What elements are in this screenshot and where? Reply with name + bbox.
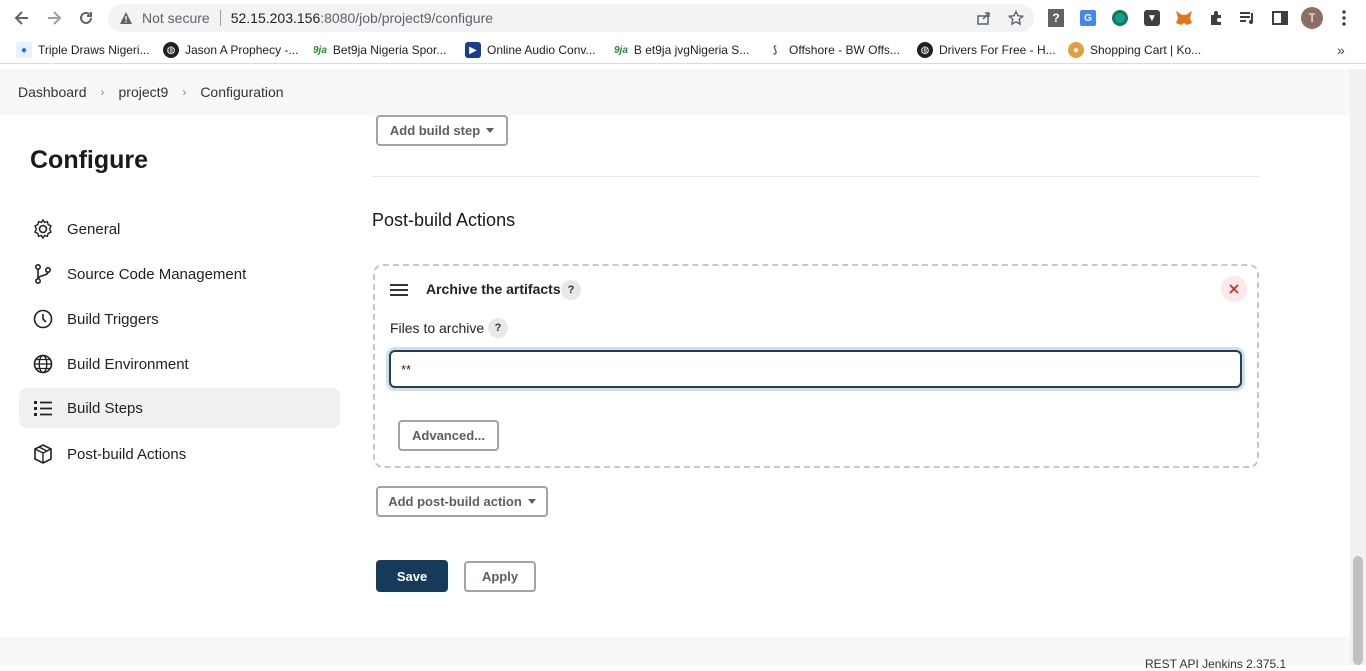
bookmark-label: Drivers For Free - H... [939, 43, 1056, 57]
sidebar-item-build-steps[interactable]: Build Steps [19, 388, 340, 428]
gear-icon [31, 217, 55, 241]
bookmark-star-icon[interactable] [1007, 9, 1025, 29]
scrollbar-thumb[interactable] [1353, 556, 1363, 665]
add-build-step-button[interactable]: Add build step [376, 115, 508, 146]
security-status[interactable]: Not secure [142, 10, 210, 26]
breadcrumb-project[interactable]: project9 [119, 84, 169, 100]
translate-icon[interactable]: G [1078, 8, 1098, 28]
bet9ja-icon: 9ja [313, 44, 327, 56]
footer: REST API Jenkins 2.375.1 [0, 637, 1350, 671]
profile-avatar[interactable]: T [1301, 7, 1323, 29]
sidebar-item-label: Build Steps [67, 399, 143, 417]
browser-toolbar: Not secure 52.15.203.156:8080/job/projec… [0, 0, 1366, 36]
files-to-archive-input[interactable] [389, 350, 1242, 388]
breadcrumb-configuration[interactable]: Configuration [200, 84, 283, 100]
globe-icon: ◍ [163, 42, 179, 58]
cart-icon: ● [1068, 42, 1084, 58]
sidebar-item-label: Source Code Management [67, 265, 247, 283]
bw-icon: ⟆ [772, 44, 778, 56]
url-path: :8080/job/project9/configure [320, 10, 494, 26]
browser-menu-icon[interactable] [1334, 8, 1354, 28]
play-icon: ▶ [465, 42, 481, 58]
sidebar-item-source-code-management[interactable]: Source Code Management [19, 254, 340, 294]
more-bookmarks-icon[interactable]: » [1337, 42, 1345, 58]
forward-arrow-icon[interactable] [42, 6, 66, 30]
bookmark-label: Jason A Prophecy -... [185, 43, 299, 57]
bookmark-label: Bet9ja Nigeria Spor... [332, 43, 447, 57]
bookmark-item[interactable]: ⟆ Offshore - BW Offs... [767, 42, 900, 58]
drag-handle-icon[interactable] [390, 284, 408, 296]
bookmark-item[interactable]: ● Triple Draws Nigeri... [16, 42, 150, 58]
share-icon[interactable] [976, 10, 992, 29]
chevron-right-icon: › [182, 85, 187, 99]
package-icon [31, 442, 55, 466]
apply-button[interactable]: Apply [464, 561, 536, 592]
files-to-archive-label: Files to archive [390, 320, 485, 336]
bookmark-item[interactable]: ◍ Drivers For Free - H... [917, 42, 1056, 58]
bookmark-label: Triple Draws Nigeri... [38, 43, 150, 57]
archive-artifacts-title: Archive the artifacts [426, 281, 561, 297]
sidebar-item-build-triggers[interactable]: Build Triggers [19, 299, 340, 339]
add-post-build-action-button[interactable]: Add post-build action [376, 486, 548, 517]
breadcrumb-dashboard[interactable]: Dashboard [18, 84, 87, 100]
close-icon[interactable] [1221, 276, 1247, 302]
bookmark-label: B et9ja jvgNigeria S... [633, 43, 750, 57]
help-icon[interactable]: ? [561, 280, 581, 300]
globe-icon: ◍ [917, 42, 933, 58]
download-extension-icon[interactable]: ▼ [1142, 8, 1162, 28]
advanced-button[interactable]: Advanced... [398, 420, 499, 451]
help-extension-icon[interactable]: ? [1046, 8, 1066, 28]
bookmarks-bar: ● Triple Draws Nigeri... ◍ Jason A Proph… [0, 36, 1366, 64]
bookmark-item[interactable]: ▶ Online Audio Conv... [465, 42, 596, 58]
bookmark-item[interactable]: 9ja Bet9ja Nigeria Spor... [313, 42, 446, 58]
sidebar-item-general[interactable]: General [19, 209, 340, 249]
back-arrow-icon[interactable] [10, 6, 34, 30]
sidebar-item-label: Build Triggers [67, 310, 159, 328]
add-post-build-label: Add post-build action [388, 494, 522, 509]
bookmark-label: Shopping Cart | Ko... [1090, 43, 1202, 57]
post-build-section-title: Post-build Actions [372, 210, 516, 230]
grammar-extension-icon[interactable] [1110, 8, 1130, 28]
reload-icon[interactable] [74, 6, 98, 30]
page-title: Configure [30, 146, 149, 174]
caret-down-icon [486, 128, 495, 133]
breadcrumb: Dashboard › project9 › Configuration [0, 69, 1350, 115]
add-build-step-label: Add build step [389, 123, 481, 138]
globe-icon [31, 352, 55, 376]
separator [219, 10, 221, 26]
footer-links[interactable]: REST API Jenkins 2.375.1 [1145, 657, 1286, 671]
extensions-puzzle-icon[interactable] [1206, 8, 1226, 28]
caret-down-icon [527, 499, 536, 504]
branch-icon [31, 262, 55, 286]
globe-icon: ● [16, 42, 32, 58]
media-playlist-icon[interactable] [1238, 8, 1258, 28]
help-icon[interactable]: ? [488, 318, 508, 338]
address-bar[interactable]: Not secure 52.15.203.156:8080/job/projec… [108, 4, 1034, 32]
sidebar-item-label: Build Environment [67, 355, 189, 373]
clock-icon [31, 307, 55, 331]
sidebar-item-build-environment[interactable]: Build Environment [19, 344, 340, 384]
section-divider [372, 176, 1259, 177]
bookmark-item[interactable]: ● Shopping Cart | Ko... [1068, 42, 1201, 58]
metamask-icon[interactable] [1174, 8, 1194, 28]
bookmark-label: Offshore - BW Offs... [789, 43, 900, 57]
bet9ja-icon: 9ja [614, 44, 628, 56]
side-panel-icon[interactable] [1270, 8, 1290, 28]
bookmark-label: Online Audio Conv... [487, 43, 596, 57]
save-button[interactable]: Save [376, 560, 448, 592]
url-host: 52.15.203.156 [230, 10, 321, 26]
bookmark-item[interactable]: ◍ Jason A Prophecy -... [163, 42, 298, 58]
bookmark-item[interactable]: 9ja B et9ja jvgNigeria S... [614, 42, 749, 58]
sidebar-item-label: Post-build Actions [67, 445, 187, 463]
chevron-right-icon: › [100, 85, 105, 99]
list-icon [31, 396, 55, 420]
sidebar-item-post-build-actions[interactable]: Post-build Actions [19, 434, 340, 474]
warning-icon [118, 10, 134, 26]
sidebar-item-label: General [67, 220, 121, 238]
